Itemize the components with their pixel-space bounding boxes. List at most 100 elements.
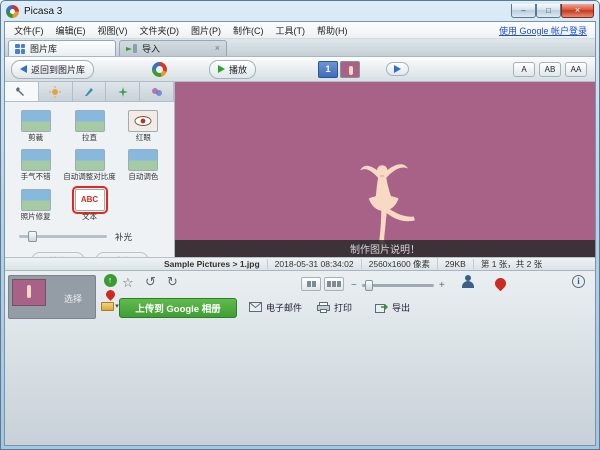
retouch-tool-icon (21, 189, 51, 211)
back-to-library-button[interactable]: 返回到图片库 (11, 60, 94, 79)
tool-retouch[interactable]: 照片修复 (10, 189, 61, 221)
play-label: 播放 (229, 63, 247, 76)
folder-dropdown[interactable]: ▾ (101, 302, 119, 311)
tool-straighten[interactable]: 拉直 (63, 110, 116, 142)
play-button[interactable]: 播放 (209, 60, 256, 79)
status-position: 第 1 张，共 2 张 (474, 258, 549, 270)
email-button[interactable]: 电子邮件 (249, 301, 302, 314)
size-button-medium[interactable]: AB (539, 62, 561, 77)
tool-auto-contrast[interactable]: 自动调整对比度 (63, 149, 116, 181)
create-swirl-icon[interactable] (152, 62, 167, 77)
import-icon (126, 44, 137, 54)
status-dimensions: 2560x1600 像素 (362, 258, 438, 270)
fill-light-row: 补光 (5, 223, 174, 245)
status-file-path: Sample Pictures > 1.jpg (157, 259, 268, 269)
menu-picture[interactable]: 图片(P) (185, 23, 227, 38)
edit-sidebar: 剪裁 拉直 红眼 手气不错 (5, 82, 175, 257)
play-icon (218, 65, 225, 73)
next-arrow-icon (394, 65, 401, 73)
places-button[interactable] (493, 275, 509, 291)
zoom-out-icon[interactable]: − (351, 280, 357, 291)
view-mode-button-1[interactable] (301, 277, 321, 291)
pin-selection-icon[interactable] (104, 288, 117, 301)
minimize-button[interactable]: – (511, 4, 536, 18)
size-buttons-group: A AB AA (513, 62, 589, 77)
menu-tools[interactable]: 工具(T) (270, 23, 312, 38)
lucky-tool-icon (21, 149, 51, 171)
status-datetime: 2018-05-31 08:34:02 (268, 259, 362, 269)
upload-to-google-button[interactable]: 上传到 Google 相册 (119, 298, 237, 318)
export-icon (375, 302, 388, 313)
caption-placeholder: 制作图片说明！ (350, 241, 420, 256)
star-button[interactable]: ☆ (122, 276, 134, 289)
selected-photo-badge[interactable]: 1 (318, 61, 338, 78)
photo-canvas[interactable]: 制作图片说明！ (175, 82, 595, 257)
edit-tab-strip (5, 82, 174, 102)
envelope-icon (249, 302, 262, 312)
google-login-link[interactable]: 使用 Google 帐户登录 (499, 24, 592, 37)
print-label: 打印 (334, 301, 352, 314)
rotate-right-button[interactable]: ↻ (167, 275, 178, 288)
tool-redeye[interactable]: 红眼 (118, 110, 169, 142)
zoom-slider-thumb[interactable] (365, 280, 373, 291)
tool-auto-color[interactable]: 自动调色 (118, 149, 169, 181)
fill-light-slider-thumb[interactable] (28, 231, 37, 242)
view-mode-button-2[interactable] (324, 277, 344, 291)
folder-icon (101, 302, 114, 311)
back-arrow-icon (20, 65, 27, 73)
people-button[interactable] (461, 275, 475, 289)
tab-library[interactable]: 图片库 (8, 40, 116, 56)
tools-grid: 剪裁 拉直 红眼 手气不错 (5, 102, 174, 223)
caption-bar[interactable]: 制作图片说明！ (175, 240, 595, 257)
rotate-left-button[interactable]: ↺ (145, 275, 156, 288)
zoom-slider[interactable] (362, 284, 434, 287)
next-photo-button[interactable] (386, 62, 409, 76)
tray-thumbnail[interactable] (12, 279, 46, 306)
fill-light-slider[interactable] (19, 235, 107, 238)
tab-basic-fixes[interactable] (5, 82, 39, 101)
selection-tray[interactable]: 选择 (8, 275, 96, 319)
tab-tuning[interactable] (39, 82, 73, 101)
tab-effects-3[interactable] (140, 82, 174, 101)
status-filesize: 29KB (438, 259, 474, 269)
tab-import-label: 导入 (142, 42, 160, 55)
printer-icon (317, 302, 330, 313)
photo-thumbnail[interactable] (340, 61, 360, 78)
menu-file[interactable]: 文件(F) (8, 23, 50, 38)
tab-effects-2[interactable] (106, 82, 140, 101)
tab-import-close-icon[interactable]: × (215, 44, 220, 53)
menu-folder[interactable]: 文件夹(D) (134, 23, 186, 38)
menu-view[interactable]: 视图(V) (92, 23, 134, 38)
redeye-tool-icon (128, 110, 158, 132)
tool-crop[interactable]: 剪裁 (10, 110, 61, 142)
menubar: 文件(F) 编辑(E) 视图(V) 文件夹(D) 图片(P) 制作(C) 工具(… (5, 22, 595, 39)
export-button[interactable]: 导出 (375, 301, 410, 314)
size-button-small[interactable]: A (513, 62, 535, 77)
picasa-window: Picasa 3 – □ × 文件(F) 编辑(E) 视图(V) 文件夹(D) … (0, 0, 600, 450)
tool-im-feeling-lucky[interactable]: 手气不错 (10, 149, 61, 181)
sparkle-icon (117, 86, 129, 98)
tray-mini-actions: ↑ ▾ (100, 274, 120, 311)
tab-import[interactable]: 导入 × (119, 40, 227, 56)
crop-tool-icon (21, 110, 51, 132)
tab-bar: 图片库 导入 × (5, 39, 595, 57)
info-button[interactable]: i (572, 275, 585, 288)
auto-color-tool-icon (128, 149, 158, 171)
maximize-button[interactable]: □ (536, 4, 561, 18)
menu-help[interactable]: 帮助(H) (311, 23, 354, 38)
zoom-in-icon[interactable]: + (439, 280, 445, 291)
print-button[interactable]: 打印 (317, 301, 352, 314)
tab-effects-1[interactable] (73, 82, 107, 101)
back-to-library-label: 返回到图片库 (31, 63, 85, 76)
filter-icon (151, 86, 163, 98)
tool-empty-slot (118, 189, 169, 221)
fill-light-label: 补光 (115, 231, 132, 243)
menu-create[interactable]: 制作(C) (227, 23, 270, 38)
tool-text[interactable]: ABC 文本 (63, 189, 116, 221)
menu-edit[interactable]: 编辑(E) (50, 23, 92, 38)
hold-selection-icon[interactable]: ↑ (104, 274, 117, 287)
close-button[interactable]: × (561, 4, 594, 18)
window-title: Picasa 3 (24, 6, 62, 17)
library-grid-icon (15, 44, 25, 54)
size-button-large[interactable]: AA (565, 62, 587, 77)
